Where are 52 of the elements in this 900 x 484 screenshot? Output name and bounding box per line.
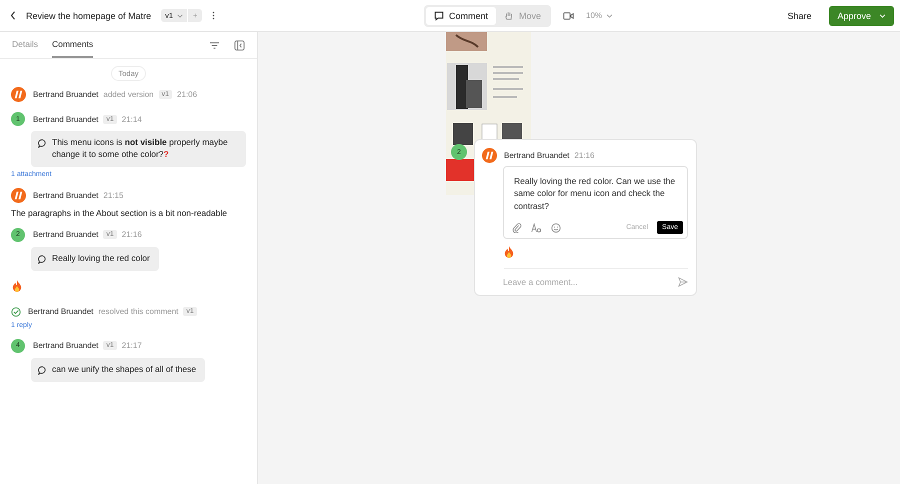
avatar-logo-icon [482,148,497,163]
author-name: Bertrand Bruandet [33,190,98,200]
timestamp: 21:17 [122,341,142,350]
share-button[interactable]: Share [781,6,818,24]
comment-text: can we unify the shapes of all of these [52,364,196,376]
author-name: Bertrand Bruandet [33,114,98,124]
comment-icon [434,10,444,20]
back-icon[interactable] [10,11,16,20]
comment-tool-button[interactable]: Comment [426,6,496,24]
video-icon[interactable] [563,12,574,20]
activity-text: added version [103,90,154,99]
fire-icon[interactable] [12,280,22,292]
author-name: Bertrand Bruandet [33,90,98,99]
sidebar-tab[interactable]: Comments [52,32,94,58]
comment-text: Really loving the red color [52,252,150,265]
caret-icon [879,14,886,18]
caret-icon [606,14,614,18]
timestamp: 21:15 [103,190,124,200]
avatar-logo-icon [11,188,26,203]
fire-icon[interactable] [504,246,514,258]
timestamp: 21:14 [122,114,142,124]
comment-card[interactable]: can we unify the shapes of all of these [31,358,206,382]
paperclip-icon[interactable] [512,222,522,232]
comment-text: The paragraphs in the About section is a bit non-readable [11,208,227,218]
comment-card[interactable]: This menu icons is not visible properly maybe change it to some othe color?? [31,131,246,167]
avatar-logo-icon [11,87,26,102]
author-name: Bertrand Bruandet [33,230,98,240]
author-name: Bertrand Bruandet [504,151,570,160]
document-title: Review the homepage of Matre [26,10,152,20]
zoom-dropdown[interactable]: 10% [586,11,614,20]
comment-text: This menu icons is not visible properly maybe change it to some othe color?? [52,137,229,161]
check-circle-icon [11,306,21,317]
timestamp: 21:16 [122,230,142,240]
text-format-icon[interactable] [531,222,542,232]
caret-icon [177,14,183,18]
author-name: Bertrand Bruandet [28,307,94,316]
comment-icon [38,366,47,375]
send-icon[interactable] [678,277,688,287]
sidebar-tab[interactable]: Details [12,32,38,58]
emoji-icon[interactable] [551,222,561,232]
more-icon[interactable] [212,11,216,20]
hand-icon [504,10,514,20]
approve-button[interactable]: Approve [829,6,894,26]
comment-icon [38,139,47,148]
author-name: Bertrand Bruandet [33,341,98,350]
comment-card[interactable]: Really loving the red color [31,246,159,271]
activity-text: resolved this comment [98,307,178,316]
timestamp: 21:16 [574,151,594,160]
timestamp: 21:06 [177,90,198,99]
comment-icon [38,254,47,264]
filter-icon[interactable] [209,40,220,50]
collapse-panel-icon[interactable] [234,40,245,50]
